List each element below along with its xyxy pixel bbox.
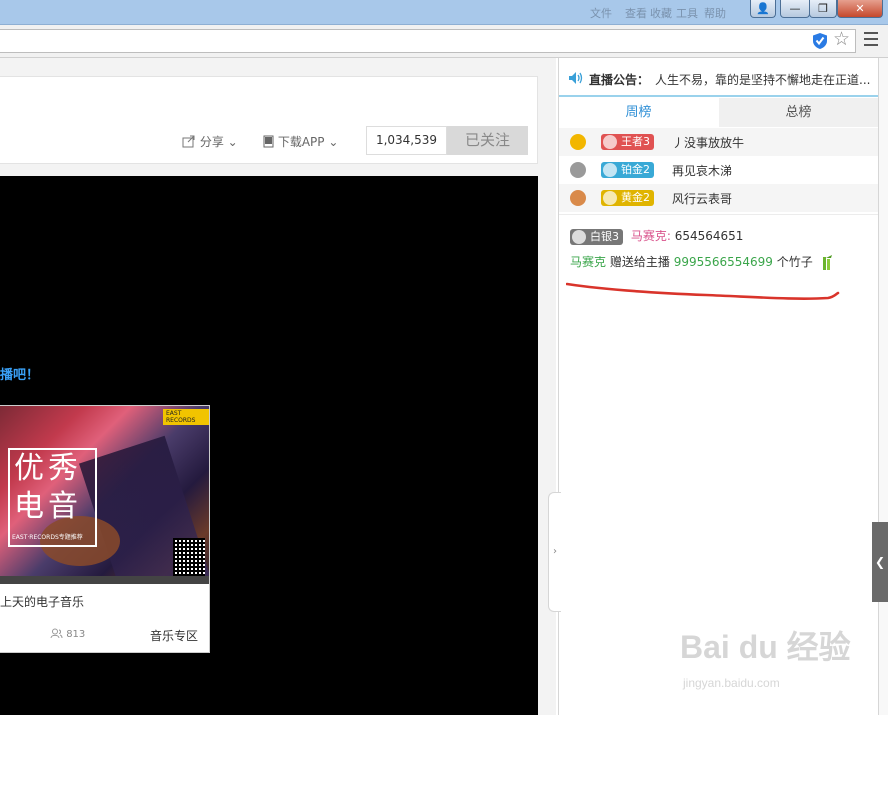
browser-menu-icon[interactable] xyxy=(864,32,878,50)
address-bar: ☆ xyxy=(0,25,888,58)
phone-icon xyxy=(263,135,274,148)
rank-username[interactable]: 再见哀木涕 xyxy=(672,162,732,179)
watermark-url: jingyan.baidu.com xyxy=(683,676,780,690)
rank-badge: 黄金2 xyxy=(601,190,654,206)
menu-help[interactable]: 帮助 xyxy=(704,5,726,21)
close-button[interactable]: ✕ xyxy=(837,0,883,18)
menu-file[interactable]: 文件 xyxy=(590,5,612,21)
gift-amount: 9995566554699 xyxy=(673,255,773,269)
bamboo-icon xyxy=(822,254,832,270)
viewers-icon xyxy=(50,628,63,639)
security-shield-icon[interactable] xyxy=(812,32,828,50)
silver-medal-icon xyxy=(570,162,586,178)
rank-row[interactable]: 黄金2 风行云表哥 xyxy=(559,184,879,212)
rank-username[interactable]: 丿没事放放牛 xyxy=(672,134,744,151)
user-icon: 👤 xyxy=(756,2,770,15)
chevron-down-icon: ⌄ xyxy=(227,135,238,149)
more-live-link[interactable]: 更多直播>> xyxy=(147,782,215,799)
rank-row[interactable]: 王者3 丿没事放放牛 xyxy=(559,128,879,156)
room-info-box: 分享 ⌄ 下载APP ⌄ 1,034,539 已关注 xyxy=(0,76,538,164)
close-icon: ✕ xyxy=(855,2,865,15)
notice-text: 人生不易，靠的是坚持不懈地走在正道... xyxy=(655,73,871,87)
gift-text: 赠送给主播 xyxy=(609,255,670,269)
notice-label: 直播公告： xyxy=(589,73,650,87)
viewer-count-value: 813 xyxy=(66,629,86,640)
chevron-down-icon: ⌄ xyxy=(328,135,339,149)
bookmark-star-icon[interactable]: ☆ xyxy=(833,28,850,50)
url-input[interactable] xyxy=(0,29,856,53)
card-cover-image[interactable]: 优秀 电音 EAST·RECORDS专题推荐 EAST RECORDS xyxy=(0,406,209,584)
badge-face-icon xyxy=(603,191,617,205)
minimize-icon: — xyxy=(789,2,801,15)
speaker-icon xyxy=(569,72,583,84)
rank-badge: 铂金2 xyxy=(601,162,654,178)
minimize-button[interactable]: — xyxy=(780,0,810,18)
cover-title: 优秀 电音 xyxy=(14,451,82,524)
menu-favorites[interactable]: 收藏 xyxy=(650,5,672,21)
follow-button[interactable]: 已关注 xyxy=(447,126,528,155)
tab-total[interactable]: 总榜 xyxy=(719,98,878,127)
room-main-area: 分享 ⌄ 下载APP ⌄ 1,034,539 已关注 播吧！ 优秀 电音 EAS… xyxy=(0,58,556,798)
restore-button[interactable]: ❐ xyxy=(809,0,837,18)
tab-weekly[interactable]: 周榜 xyxy=(559,98,718,127)
chat-messages: 白银3 马赛克: 654564651 马赛克 赠送给主播 99955665546… xyxy=(559,214,879,270)
watermark-logo: Bai du 经验 xyxy=(680,629,851,665)
collapse-panel-handle[interactable]: › xyxy=(548,492,561,612)
badge-face-icon xyxy=(603,135,617,149)
gift-message: 马赛克 赠送给主播 9995566554699 个竹子 xyxy=(570,253,834,271)
user-level-badge: 白银3 xyxy=(570,228,623,245)
gold-medal-icon xyxy=(570,134,586,150)
rank-row[interactable]: 铂金2 再见哀木涕 xyxy=(559,156,879,184)
cover-subtitle: EAST·RECORDS专题推荐 xyxy=(12,534,83,541)
viewer-count: 813 xyxy=(50,628,85,640)
side-expand-tab[interactable]: ❮ xyxy=(872,522,888,602)
video-player[interactable]: 播吧！ 优秀 电音 EAST·RECORDS专题推荐 EAST RECORDS … xyxy=(0,176,538,798)
cover-label-tag: EAST RECORDS xyxy=(163,409,209,425)
rank-badge: 王者3 xyxy=(601,134,654,150)
live-notice: 直播公告： 人生不易，靠的是坚持不懈地走在正道... xyxy=(559,58,879,97)
menu-view[interactable]: 查看 xyxy=(625,5,647,21)
player-slogan: 播吧！ xyxy=(0,368,40,383)
rank-username[interactable]: 风行云表哥 xyxy=(672,190,732,207)
ranking-tabs: 周榜 总榜 xyxy=(559,98,879,127)
gift-username[interactable]: 马赛克 xyxy=(570,255,606,269)
gift-unit: 个竹子 xyxy=(776,255,813,269)
chat-username[interactable]: 马赛克: xyxy=(631,229,671,243)
download-app-button[interactable]: 下载APP ⌄ xyxy=(263,133,338,150)
user-button[interactable]: 👤 xyxy=(750,0,776,18)
qr-code-icon xyxy=(173,538,205,576)
follower-count: 1,034,539 xyxy=(366,126,447,155)
restore-icon: ❐ xyxy=(818,2,828,15)
share-icon xyxy=(182,135,195,148)
page-scrollbar[interactable] xyxy=(878,58,888,715)
chat-message: 白银3 马赛克: 654564651 xyxy=(570,227,743,245)
red-underline-annotation xyxy=(566,282,840,300)
bronze-medal-icon xyxy=(570,190,586,206)
card-divider xyxy=(0,576,209,584)
download-label: 下载APP xyxy=(277,135,325,149)
menu-tools[interactable]: 工具 xyxy=(676,5,698,21)
share-label: 分享 xyxy=(199,135,224,149)
card-title[interactable]: 上天的电子音乐 xyxy=(0,593,84,610)
badge-face-icon xyxy=(572,229,586,244)
recommend-card[interactable]: 优秀 电音 EAST·RECORDS专题推荐 EAST RECORDS 上天的电… xyxy=(0,405,210,653)
music-zone-link[interactable]: 音乐专区 xyxy=(150,627,198,644)
right-panel: 直播公告： 人生不易，靠的是坚持不懈地走在正道... 周榜 总榜 王者3 丿没事… xyxy=(558,58,879,715)
chat-text: 654564651 xyxy=(674,229,744,243)
share-button[interactable]: 分享 ⌄ xyxy=(182,133,238,150)
badge-face-icon xyxy=(603,163,617,177)
window-title-bar: 文件 查看 收藏 工具 帮助 👤 — ❐ ✕ xyxy=(0,0,888,25)
